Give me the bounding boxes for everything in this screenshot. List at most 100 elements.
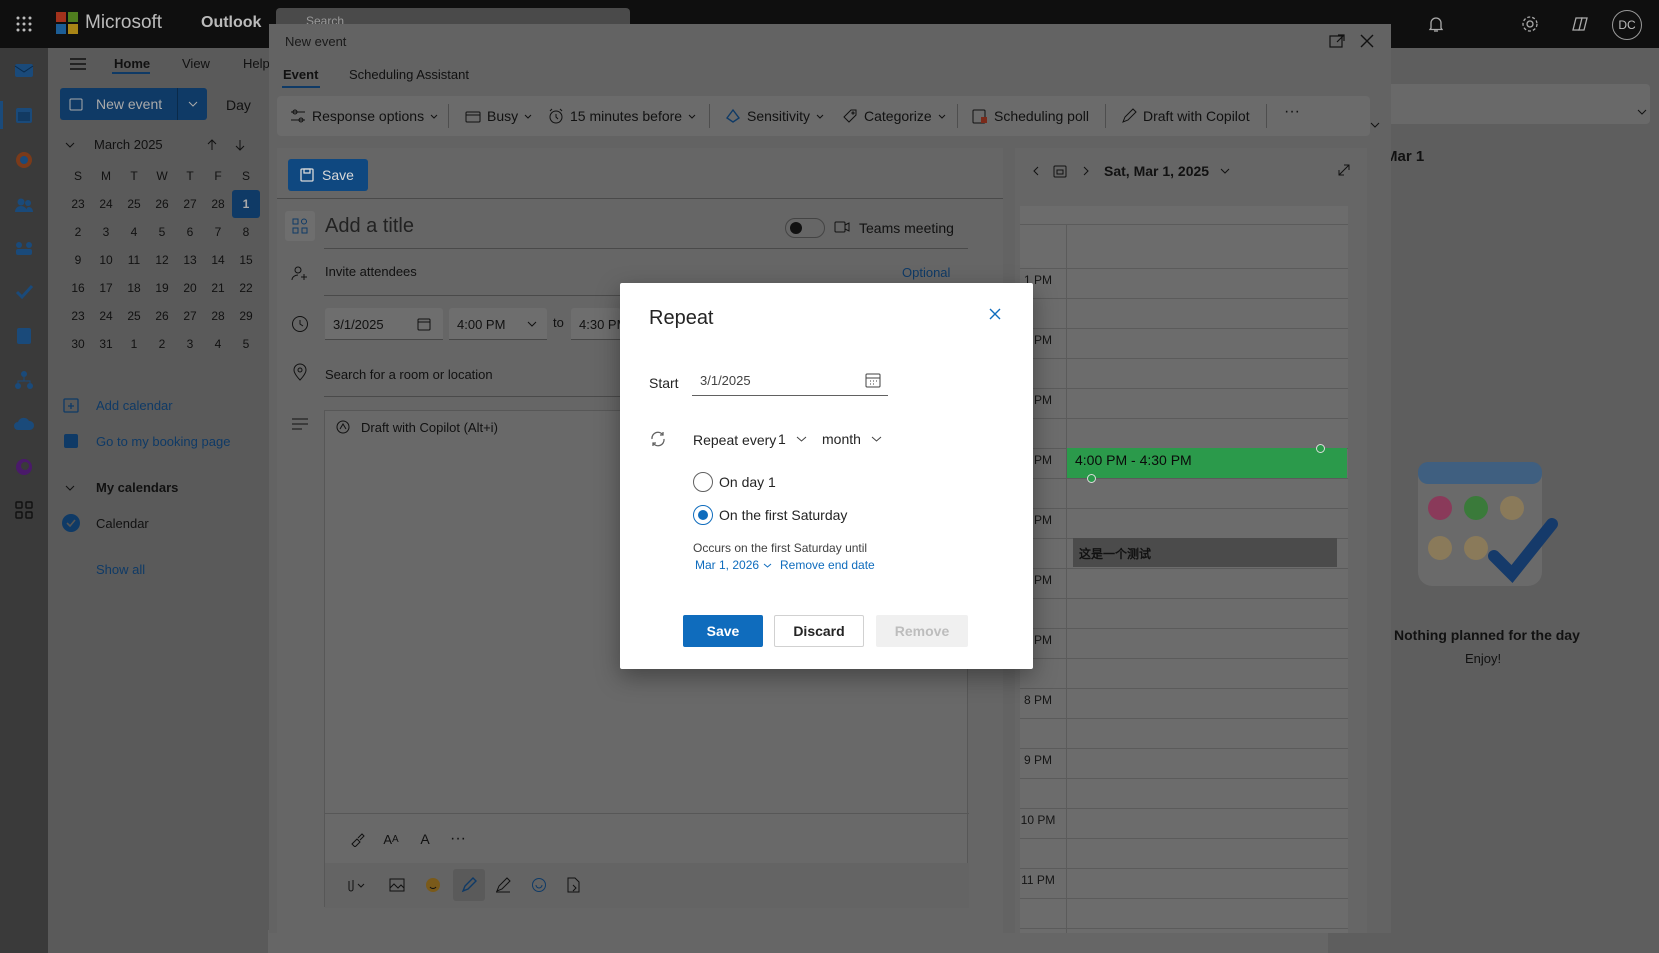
day-cell[interactable]: 29	[232, 302, 260, 330]
calendar-item[interactable]: Calendar	[96, 516, 149, 531]
day-view-label[interactable]: Day	[226, 97, 251, 113]
start-time-dropdown[interactable]: 4:00 PM	[449, 308, 547, 340]
start-date-field[interactable]: 3/1/2025	[325, 308, 443, 340]
day-cell[interactable]: 28	[204, 302, 232, 330]
day-cell[interactable]: 23	[64, 190, 92, 218]
chevron-collapse-icon[interactable]	[62, 137, 78, 153]
chevron-down-icon[interactable]	[1218, 164, 1232, 178]
day-cell[interactable]: 5	[232, 330, 260, 358]
tab-home[interactable]: Home	[114, 56, 150, 71]
invite-attendees-input[interactable]: Invite attendees	[325, 264, 417, 279]
day-cell[interactable]: 27	[176, 190, 204, 218]
more-apps-icon[interactable]	[12, 498, 36, 522]
day-cell[interactable]: 10	[92, 246, 120, 274]
title-input[interactable]: Add a title	[325, 215, 414, 238]
arrow-down-icon[interactable]	[232, 137, 248, 153]
day-cell[interactable]: 15	[232, 246, 260, 274]
tab-event[interactable]: Event	[283, 67, 318, 82]
frequency-dropdown[interactable]: month	[822, 426, 882, 452]
discard-button[interactable]: Discard	[774, 615, 864, 647]
signature-icon[interactable]	[493, 875, 513, 895]
day-cell[interactable]: 7	[204, 218, 232, 246]
day-cell[interactable]: 14	[204, 246, 232, 274]
day-cell[interactable]: 16	[64, 274, 92, 302]
day-cell[interactable]: 3	[92, 218, 120, 246]
copilot-app-icon[interactable]	[12, 148, 36, 172]
teams-toggle[interactable]	[785, 218, 825, 238]
apps-icon[interactable]	[563, 875, 583, 895]
font-icon[interactable]: AA	[381, 829, 401, 849]
option-first-saturday[interactable]: On the first Saturday	[693, 505, 847, 525]
calendar-icon[interactable]	[864, 371, 882, 389]
mail-icon[interactable]	[12, 58, 36, 82]
calendar-date-picker[interactable]: Sat, Mar 1, 2025	[1104, 163, 1209, 179]
radio-button[interactable]	[693, 472, 713, 492]
draft-copilot-button[interactable]: Draft with Copilot	[1121, 96, 1250, 136]
close-icon[interactable]	[985, 304, 1005, 324]
todo-icon[interactable]	[12, 280, 36, 304]
show-all-link[interactable]: Show all	[96, 562, 145, 577]
day-cell[interactable]: 11	[120, 246, 148, 274]
day-cell[interactable]: 4	[120, 218, 148, 246]
tab-view[interactable]: View	[182, 56, 210, 71]
chevron-down-icon[interactable]	[1368, 118, 1382, 132]
day-cell[interactable]: 17	[92, 274, 120, 302]
day-cell[interactable]: 4	[204, 330, 232, 358]
busy-dropdown[interactable]: Busy	[465, 96, 532, 136]
save-button[interactable]: Save	[683, 615, 763, 647]
booking-page-link[interactable]: Go to my booking page	[96, 434, 230, 449]
mini-month-title[interactable]: March 2025	[94, 137, 163, 152]
copilot-icon[interactable]	[1568, 12, 1592, 36]
end-time-dropdown[interactable]: 4:30 PM	[571, 308, 621, 340]
day-cell[interactable]: 8	[232, 218, 260, 246]
day-cell[interactable]: 2	[148, 330, 176, 358]
start-date-input[interactable]: 3/1/2025	[692, 366, 888, 396]
day-cell[interactable]: 2	[64, 218, 92, 246]
day-cell[interactable]: 26	[148, 302, 176, 330]
tab-help[interactable]: Help	[243, 56, 270, 71]
day-cell[interactable]: 22	[232, 274, 260, 302]
draft-copilot-placeholder[interactable]: Draft with Copilot (Alt+i)	[361, 420, 498, 435]
chevron-left-icon[interactable]	[1028, 163, 1044, 179]
copilot-compose-icon[interactable]	[453, 869, 485, 901]
new-event-button[interactable]: New event	[60, 88, 207, 120]
font-size-icon[interactable]: A	[415, 829, 435, 849]
groups-icon[interactable]	[12, 236, 36, 260]
reminder-dropdown[interactable]: 15 minutes before	[548, 96, 696, 136]
chevron-down-icon[interactable]	[1634, 104, 1650, 120]
day-cell[interactable]: 19	[148, 274, 176, 302]
checkmark-icon[interactable]	[62, 514, 80, 532]
more-format-icon[interactable]: ···	[447, 829, 469, 849]
day-cell[interactable]: 24	[92, 190, 120, 218]
close-icon[interactable]	[1358, 32, 1376, 50]
viva-icon[interactable]	[12, 455, 36, 479]
category-icon[interactable]	[285, 211, 315, 241]
day-cell[interactable]: 12	[148, 246, 176, 274]
save-button[interactable]: Save	[288, 159, 368, 191]
existing-event-block[interactable]: 这是一个测试	[1073, 538, 1337, 567]
day-cell[interactable]: 1	[120, 330, 148, 358]
day-cell[interactable]: 3	[176, 330, 204, 358]
day-cell[interactable]: 26	[148, 190, 176, 218]
my-calendars-header[interactable]: My calendars	[96, 480, 178, 495]
day-cell[interactable]: 18	[120, 274, 148, 302]
option-on-day[interactable]: On day 1	[693, 472, 776, 492]
sensitivity-dropdown[interactable]: Sensitivity	[725, 96, 824, 136]
today-icon[interactable]	[1052, 163, 1068, 179]
day-cell[interactable]: 5	[148, 218, 176, 246]
add-calendar-link[interactable]: Add calendar	[96, 398, 173, 413]
app-name[interactable]: Outlook	[201, 14, 261, 32]
new-event-block[interactable]: 4:00 PM - 4:30 PM	[1067, 448, 1347, 478]
day-cell[interactable]: 25	[120, 302, 148, 330]
avatar[interactable]: DC	[1612, 10, 1642, 40]
files-icon[interactable]	[12, 324, 36, 348]
onedrive-icon[interactable]	[12, 411, 36, 435]
chevron-down-icon[interactable]	[62, 480, 78, 496]
remove-end-date-link[interactable]: Remove end date	[780, 558, 875, 572]
optional-link[interactable]: Optional	[902, 265, 950, 280]
day-cell[interactable]: 27	[176, 302, 204, 330]
response-options-button[interactable]: Response options	[290, 96, 438, 136]
day-cell[interactable]: 13	[176, 246, 204, 274]
calendar-icon[interactable]	[12, 103, 36, 127]
arrow-up-icon[interactable]	[204, 137, 220, 153]
